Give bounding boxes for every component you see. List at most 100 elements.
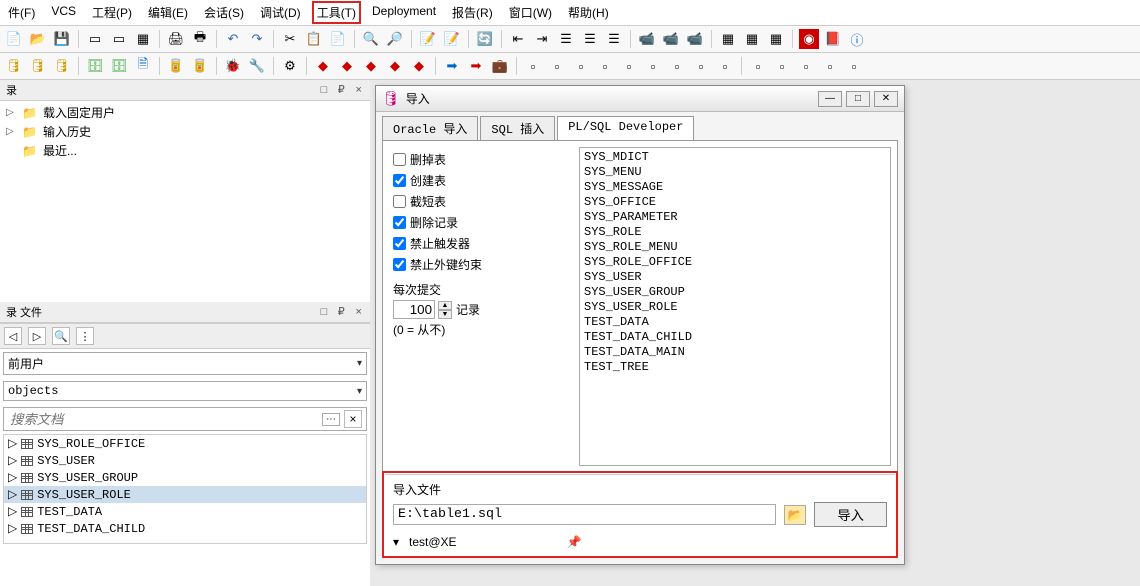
cam3-icon[interactable]: 📹: [685, 29, 705, 49]
disable-fk-checkbox[interactable]: [393, 258, 406, 271]
cam1-icon[interactable]: 📹: [637, 29, 657, 49]
briefcase-icon[interactable]: 💼: [490, 56, 510, 76]
g1-icon[interactable]: ▫: [523, 56, 543, 76]
pin-icon[interactable]: 📌: [567, 535, 582, 549]
g13-icon[interactable]: ▫: [820, 56, 840, 76]
file-path-input[interactable]: [393, 504, 776, 525]
window-icon[interactable]: ▭: [85, 29, 105, 49]
menu-file[interactable]: 件(F): [4, 2, 39, 23]
doc1-icon[interactable]: 📝: [418, 29, 438, 49]
tab-plsql-developer[interactable]: PL/SQL Developer: [557, 116, 694, 140]
doc2-icon[interactable]: 📝: [442, 29, 462, 49]
menu-tools[interactable]: 工具(T): [313, 2, 360, 23]
create-tables-checkbox[interactable]: [393, 174, 406, 187]
g3-icon[interactable]: ▫: [571, 56, 591, 76]
delete-records-checkbox[interactable]: [393, 216, 406, 229]
table-row[interactable]: ▷SYS_ROLE_OFFICE: [4, 435, 366, 452]
recent-item[interactable]: 📁 最近...: [4, 141, 366, 160]
nav-fwd-icon[interactable]: ▷: [28, 327, 46, 345]
chevron-down-icon[interactable]: ▾: [393, 535, 399, 549]
undo-icon[interactable]: ↶: [223, 29, 243, 49]
import-button[interactable]: 导入: [814, 502, 887, 527]
can2-icon[interactable]: 🥫: [190, 56, 210, 76]
table-item[interactable]: SYS_MENU: [584, 165, 886, 180]
sql-icon[interactable]: 🗎: [133, 56, 153, 76]
db1-icon[interactable]: 🗄: [85, 56, 105, 76]
table-item[interactable]: TEST_DATA_CHILD: [584, 330, 886, 345]
panel1-controls[interactable]: □ ₽ ×: [321, 83, 364, 97]
menu-help[interactable]: 帮助(H): [564, 2, 613, 23]
new-icon[interactable]: 📄: [4, 29, 24, 49]
objects-select[interactable]: objects ▾: [3, 381, 367, 401]
disk1-icon[interactable]: 🛢: [4, 56, 24, 76]
spin-down-icon[interactable]: ▼: [438, 310, 452, 319]
list2-icon[interactable]: ☰: [580, 29, 600, 49]
arrow-right-blue-icon[interactable]: ➡: [442, 56, 462, 76]
list1-icon[interactable]: ☰: [556, 29, 576, 49]
red5-icon[interactable]: ◆: [409, 56, 429, 76]
table-item[interactable]: TEST_TREE: [584, 360, 886, 375]
window2-icon[interactable]: ▭: [109, 29, 129, 49]
bug-icon[interactable]: 🐞: [223, 56, 243, 76]
can1-icon[interactable]: 🥫: [166, 56, 186, 76]
arrow-right-red-icon[interactable]: ➡: [466, 56, 486, 76]
g14-icon[interactable]: ▫: [844, 56, 864, 76]
minimize-button[interactable]: —: [818, 91, 842, 107]
copy-icon[interactable]: 📋: [304, 29, 324, 49]
spin-up-icon[interactable]: ▲: [438, 301, 452, 310]
table-item[interactable]: SYS_OFFICE: [584, 195, 886, 210]
redo-icon[interactable]: ↷: [247, 29, 267, 49]
find-icon[interactable]: 🔍: [52, 327, 70, 345]
nav-back-icon[interactable]: ◁: [4, 327, 22, 345]
disk2-icon[interactable]: 🛢: [28, 56, 48, 76]
g12-icon[interactable]: ▫: [796, 56, 816, 76]
oracle-icon[interactable]: ◉: [799, 29, 819, 49]
menu-edit[interactable]: 编辑(E): [144, 2, 192, 23]
table-item[interactable]: SYS_ROLE: [584, 225, 886, 240]
close-button[interactable]: ✕: [874, 91, 898, 107]
tab-oracle-import[interactable]: Oracle 导入: [382, 116, 478, 140]
open-icon[interactable]: 📂: [28, 29, 48, 49]
table-item[interactable]: SYS_USER_GROUP: [584, 285, 886, 300]
menu-deployment[interactable]: Deployment: [368, 2, 440, 23]
save-icon[interactable]: 💾: [52, 29, 72, 49]
pdf-icon[interactable]: 📕: [823, 29, 843, 49]
red1-icon[interactable]: ◆: [313, 56, 333, 76]
clear-search-icon[interactable]: ×: [344, 410, 362, 428]
recent-item[interactable]: ▷ 📁 载入固定用户: [4, 103, 366, 122]
search-input[interactable]: [8, 411, 318, 428]
menu-window[interactable]: 窗口(W): [505, 2, 556, 23]
printer2-icon[interactable]: 🖶: [190, 29, 210, 49]
table-item[interactable]: SYS_ROLE_OFFICE: [584, 255, 886, 270]
drop-tables-checkbox[interactable]: [393, 153, 406, 166]
indent-right-icon[interactable]: ⇥: [532, 29, 552, 49]
table-row[interactable]: ▷TEST_DATA_CHILD: [4, 520, 366, 537]
table-item[interactable]: SYS_USER: [584, 270, 886, 285]
commit-spinner[interactable]: ▲▼: [438, 301, 452, 319]
cam2-icon[interactable]: 📹: [661, 29, 681, 49]
list3-icon[interactable]: ☰: [604, 29, 624, 49]
menu-vcs[interactable]: VCS: [47, 2, 80, 23]
paste-icon[interactable]: 📄: [328, 29, 348, 49]
disk3-icon[interactable]: 🛢: [52, 56, 72, 76]
g6-icon[interactable]: ▫: [643, 56, 663, 76]
recent-item[interactable]: ▷ 📁 输入历史: [4, 122, 366, 141]
menu-debug[interactable]: 调试(D): [256, 2, 305, 23]
g11-icon[interactable]: ▫: [772, 56, 792, 76]
refresh-icon[interactable]: 🔄: [475, 29, 495, 49]
table-item[interactable]: TEST_DATA_MAIN: [584, 345, 886, 360]
g4-icon[interactable]: ▫: [595, 56, 615, 76]
commit-every-input[interactable]: [393, 300, 435, 319]
gear-icon[interactable]: ⚙: [280, 56, 300, 76]
table-row[interactable]: ▷SYS_USER_ROLE: [4, 486, 366, 503]
find2-icon[interactable]: 🔎: [385, 29, 405, 49]
current-user-select[interactable]: 前用户 ▾: [3, 352, 367, 375]
object-list[interactable]: ▷SYS_ROLE_OFFICE ▷SYS_USER ▷SYS_USER_GRO…: [3, 434, 367, 544]
filter-icon[interactable]: ⋮: [76, 327, 94, 345]
table-item[interactable]: SYS_USER_ROLE: [584, 300, 886, 315]
g7-icon[interactable]: ▫: [667, 56, 687, 76]
g9-icon[interactable]: ▫: [715, 56, 735, 76]
table-row[interactable]: ▷SYS_USER: [4, 452, 366, 469]
layout1-icon[interactable]: ▦: [718, 29, 738, 49]
table-item[interactable]: SYS_PARAMETER: [584, 210, 886, 225]
